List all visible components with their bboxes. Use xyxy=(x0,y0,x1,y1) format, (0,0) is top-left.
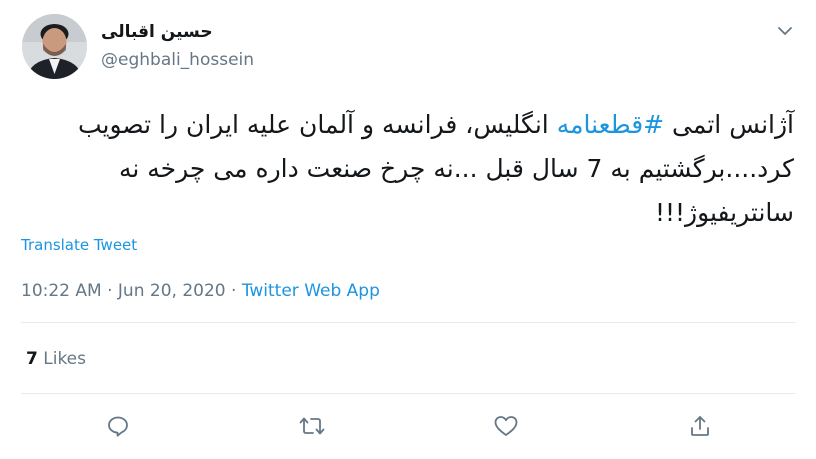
source-link[interactable]: Twitter Web App xyxy=(242,281,380,301)
tweet-time[interactable]: 10:22 AM xyxy=(21,281,102,301)
tweet-text: آژانس اتمی #قطعنامه انگلیس، فرانسه و آلم… xyxy=(18,103,794,235)
meta-separator: · xyxy=(225,281,242,301)
avatar-image xyxy=(22,14,87,79)
more-options-button[interactable] xyxy=(775,21,795,41)
meta-separator: · xyxy=(101,281,118,301)
reply-icon xyxy=(108,416,128,437)
retweet-button[interactable] xyxy=(298,412,326,440)
share-button[interactable] xyxy=(686,412,714,440)
like-button[interactable] xyxy=(492,412,520,440)
tweet-meta: 10:22 AM · Jun 20, 2020 · Twitter Web Ap… xyxy=(21,281,380,301)
divider xyxy=(21,393,796,394)
likes-label: Likes xyxy=(37,349,86,369)
retweet-icon xyxy=(299,417,325,435)
translate-tweet-link[interactable]: Translate Tweet xyxy=(21,236,137,254)
reply-button[interactable] xyxy=(104,412,132,440)
heart-icon xyxy=(494,416,518,436)
display-name[interactable]: حسین اقبالی xyxy=(101,22,213,42)
avatar[interactable] xyxy=(22,14,87,79)
user-handle[interactable]: @eghbali_hossein xyxy=(101,50,254,70)
tweet-date[interactable]: Jun 20, 2020 xyxy=(118,281,226,301)
share-icon xyxy=(691,416,709,436)
likes-stat[interactable]: 7 Likes xyxy=(26,349,86,369)
hashtag-link[interactable]: #قطعنامه xyxy=(557,110,664,139)
likes-count: 7 xyxy=(26,349,38,369)
divider xyxy=(21,322,796,323)
tweet-text-part: آژانس اتمی xyxy=(664,110,794,139)
tweet-card: حسین اقبالی @eghbali_hossein آژانس اتمی … xyxy=(0,0,816,459)
chevron-down-icon xyxy=(778,27,792,35)
